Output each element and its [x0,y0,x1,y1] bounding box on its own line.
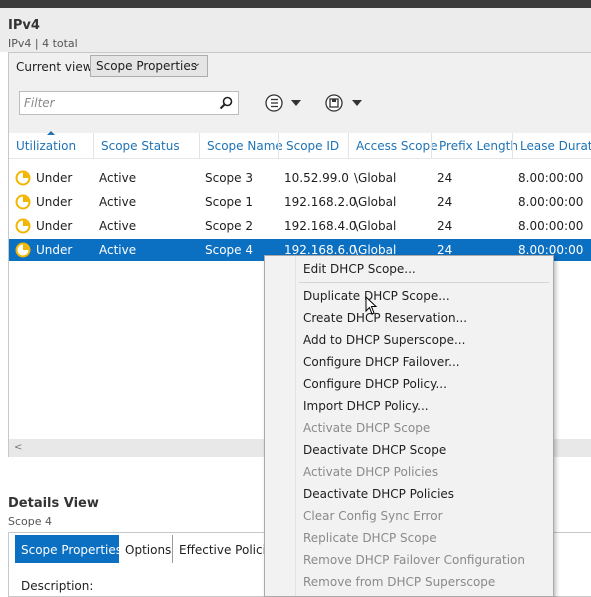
menu-item-configure-failover[interactable]: Configure DHCP Failover... [303,355,460,369]
menu-item-activate-scope: Activate DHCP Scope [303,421,431,435]
details-subtitle: Scope 4 [8,515,53,528]
cell-prefix: 24 [437,219,453,233]
menu-item-configure-policy[interactable]: Configure DHCP Policy... [303,377,447,391]
cell-name: Scope 1 [205,195,254,209]
cell-lease: 8.00:00:00 [518,171,584,185]
filter-box[interactable] [19,91,239,115]
description-label: Description: [21,579,94,593]
cell-utilization: Under [36,195,73,209]
menu-item-add-to-superscope[interactable]: Add to DHCP Superscope... [303,333,465,347]
current-view-label: Current view: [16,60,96,74]
save-icon [325,94,362,112]
cell-access: \Global [354,171,397,185]
toolbar: Current view: Scope Properties ⌄ [9,53,591,133]
current-view-value: Scope Properties [96,59,198,73]
cell-prefix: 24 [437,195,453,209]
column-scope-status[interactable]: Scope Status [93,133,199,159]
cell-name: Scope 2 [205,219,254,233]
column-prefix-length[interactable]: Prefix Length [431,133,518,159]
column-lease-duration[interactable]: Lease Duration [512,133,591,159]
filter-input[interactable] [20,92,210,114]
cell-id: 192.168.2.0 [284,195,357,209]
details-title: Details View [8,496,99,511]
cell-access: \Global [354,219,397,233]
tab-options[interactable]: Options [119,535,173,563]
scroll-left-icon[interactable]: < [14,442,22,453]
table-row[interactable]: Under Active Scope 3 10.52.99.0 \Global … [9,167,591,189]
scope-header: IPv4 IPv4 | 4 total [0,8,591,52]
utilization-icon [15,218,31,234]
menu-item-edit-scope[interactable]: Edit DHCP Scope... [303,262,416,276]
list-options-button[interactable] [264,92,308,114]
column-scope-id[interactable]: Scope ID [278,133,348,159]
cell-access: \Global [354,195,397,209]
cell-prefix: 24 [437,171,453,185]
save-query-button[interactable] [324,92,368,114]
cell-id: 10.52.99.0 [284,171,349,185]
menu-item-replicate-scope: Replicate DHCP Scope [303,531,437,545]
cell-status: Active [99,243,137,257]
mouse-cursor-icon [365,296,378,315]
cell-utilization: Under [36,171,73,185]
menu-separator [299,282,549,283]
utilization-icon [15,194,31,210]
menu-item-deactivate-policies[interactable]: Deactivate DHCP Policies [303,487,454,501]
sort-ascending-icon [47,131,55,135]
cell-status: Active [99,219,137,233]
table-row[interactable]: Under Active Scope 2 192.168.4.0 \Global… [9,215,591,237]
utilization-icon [15,170,31,186]
cell-lease: 8.00:00:00 [518,219,584,233]
menu-item-import-policy[interactable]: Import DHCP Policy... [303,399,429,413]
search-icon[interactable] [218,95,234,111]
menu-item-clear-sync-error: Clear Config Sync Error [303,509,443,523]
context-menu: Edit DHCP Scope... Duplicate DHCP Scope.… [264,255,554,597]
cell-lease: 8.00:00:00 [518,195,584,209]
cell-utilization: Under [36,243,73,257]
page-subtitle: IPv4 | 4 total [8,37,78,50]
menu-item-activate-policies: Activate DHCP Policies [303,465,439,479]
menu-gutter [295,256,296,596]
column-access-scope[interactable]: Access Scope [348,133,437,159]
current-view-select[interactable]: Scope Properties ⌄ [90,55,208,77]
cell-utilization: Under [36,219,73,233]
menu-item-remove-failover: Remove DHCP Failover Configuration [303,553,525,567]
menu-item-deactivate-scope[interactable]: Deactivate DHCP Scope [303,443,446,457]
column-scope-name[interactable]: Scope Name [199,133,283,159]
chevron-down-icon: ⌄ [192,58,201,69]
cell-name: Scope 4 [205,243,254,257]
utilization-icon [15,242,31,258]
list-options-icon [265,94,301,112]
window-top-bar [0,0,591,8]
menu-item-remove-from-superscope: Remove from DHCP Superscope [303,575,496,589]
cell-id: 192.168.4.0 [284,219,357,233]
cell-status: Active [99,171,137,185]
column-utilization[interactable]: Utilization [9,131,93,159]
tab-scope-properties[interactable]: Scope Properties [15,535,122,563]
cell-status: Active [99,195,137,209]
table-row[interactable]: Under Active Scope 1 192.168.2.0 \Global… [9,191,591,213]
page-title: IPv4 [8,18,40,33]
cell-name: Scope 3 [205,171,254,185]
menu-item-create-reservation[interactable]: Create DHCP Reservation... [303,311,467,325]
grid-header: Utilization Scope Status Scope Name Scop… [9,131,591,159]
